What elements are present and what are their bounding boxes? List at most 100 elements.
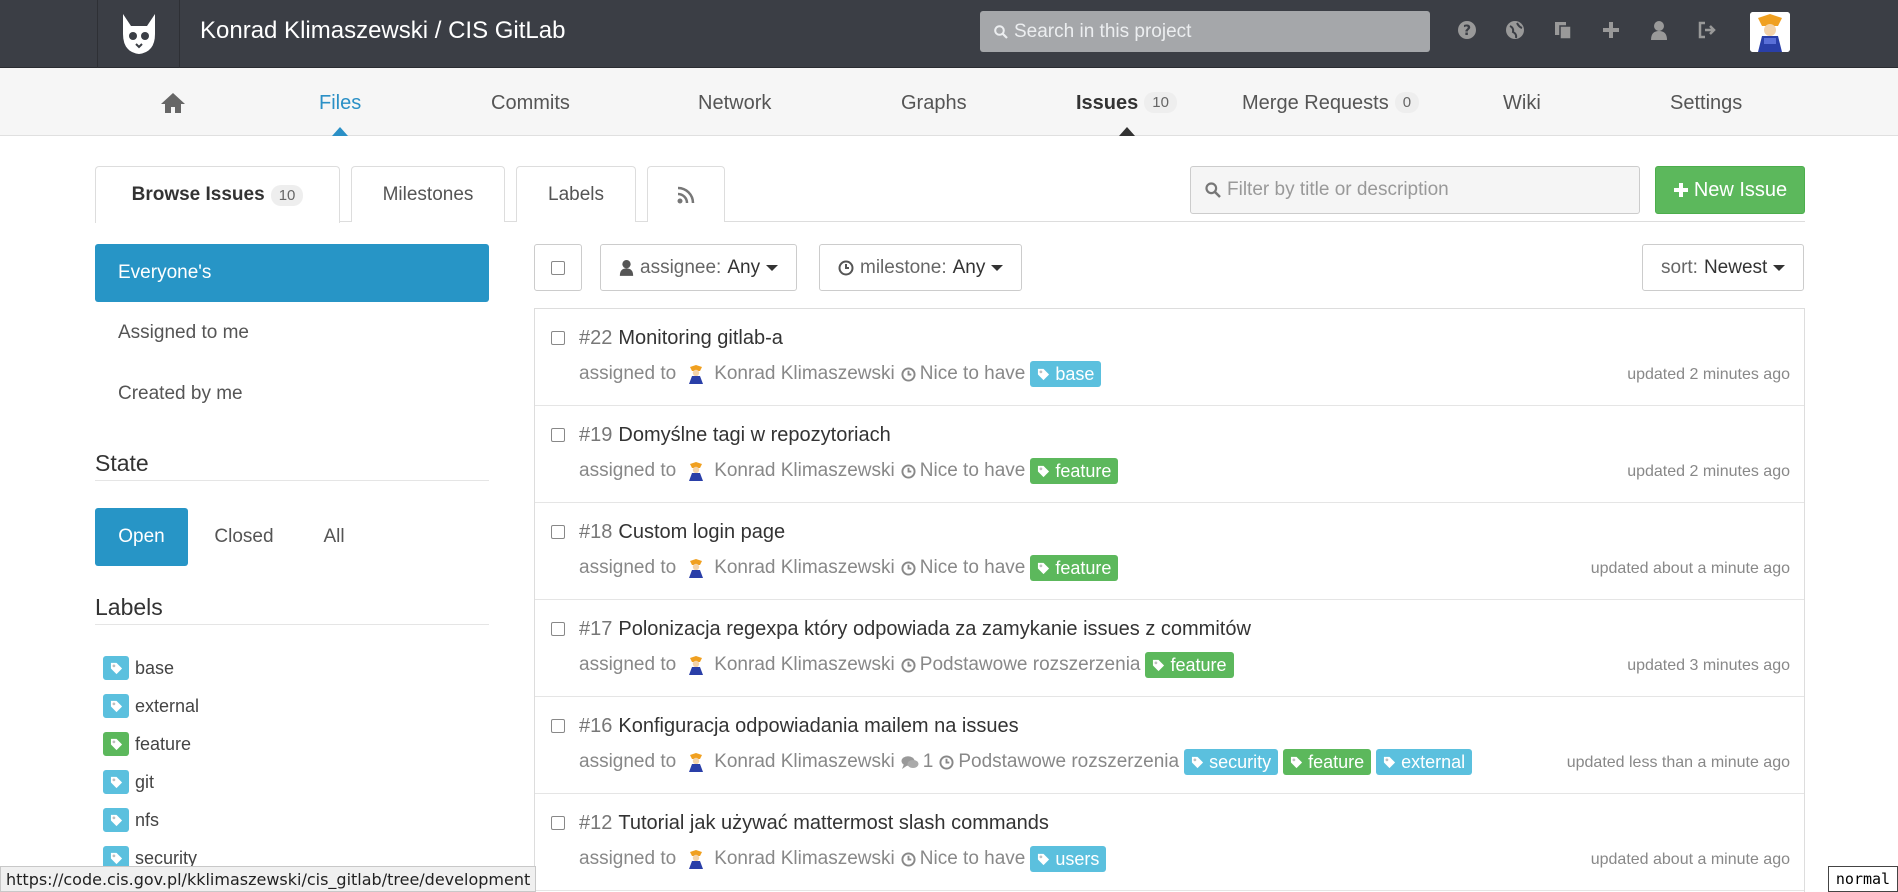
sidebar-label-item[interactable]: feature <box>103 732 191 756</box>
issue-checkbox[interactable] <box>551 331 565 345</box>
sidebar-label-item[interactable]: base <box>103 656 174 680</box>
issue-title-link[interactable]: #12 Tutorial jak używać mattermost slash … <box>579 812 1049 835</box>
milestone-name[interactable]: Nice to have <box>920 557 1026 579</box>
issue-label-badge[interactable]: feature <box>1030 555 1119 581</box>
search-box[interactable] <box>980 11 1430 52</box>
help-icon[interactable]: ? <box>1455 18 1479 42</box>
issue-title: Tutorial jak używać mattermost slash com… <box>618 812 1049 834</box>
updated-time: updated less than a minute ago <box>1566 754 1790 771</box>
nav-merge-requests[interactable]: Merge Requests 0 <box>1242 92 1420 115</box>
issue-title: Custom login page <box>618 521 786 543</box>
nav-network[interactable]: Network <box>698 92 771 115</box>
filter-input[interactable] <box>1227 179 1637 201</box>
issue-row[interactable]: #12 Tutorial jak używać mattermost slash … <box>535 794 1804 891</box>
sort-value: Newest <box>1703 256 1768 278</box>
assignee-name[interactable]: Konrad Klimaszewski <box>714 363 895 385</box>
nav-issues[interactable]: Issues 10 <box>1076 92 1177 115</box>
issue-row[interactable]: #19 Domyślne tagi w repozytoriach assigned… <box>535 406 1804 503</box>
issue-title-link[interactable]: #22 Monitoring gitlab-a <box>579 327 783 350</box>
new-issue-button[interactable]: New Issue <box>1655 166 1805 214</box>
assignee-filter[interactable]: assignee: Any <box>600 244 798 291</box>
clock-icon <box>901 560 916 576</box>
issue-title-link[interactable]: #16 Konfiguracja odpowiadania mailem na i… <box>579 715 1019 738</box>
issue-label-badge[interactable]: users <box>1030 846 1107 872</box>
sort-dropdown[interactable]: sort: Newest <box>1642 244 1805 291</box>
nav-settings[interactable]: Settings <box>1670 92 1742 115</box>
tab-browse-issues[interactable]: Browse Issues 10 <box>95 166 340 223</box>
nav-files[interactable]: Files <box>319 92 361 115</box>
assignee-name[interactable]: Konrad Klimaszewski <box>714 654 895 676</box>
nav-wiki[interactable]: Wiki <box>1503 92 1541 115</box>
issue-checkbox[interactable] <box>551 719 565 733</box>
sidebar-label-item[interactable]: git <box>103 770 154 794</box>
issue-label-badge[interactable]: feature <box>1030 458 1119 484</box>
assignee-avatar <box>689 850 704 869</box>
issue-row[interactable]: #17 Polonizacja regexpa który odpowiada z… <box>535 600 1804 697</box>
user-avatar[interactable] <box>1750 12 1790 52</box>
plus-icon[interactable] <box>1599 18 1623 42</box>
milestone-name[interactable]: Nice to have <box>920 363 1026 385</box>
chevron-down-icon <box>766 264 779 271</box>
tab-labels[interactable]: Labels <box>516 166 636 222</box>
assignee-avatar <box>689 462 704 481</box>
tag-icon <box>103 808 129 832</box>
search-input[interactable] <box>1014 20 1414 43</box>
issue-meta: assigned to Konrad Klimaszewski Nice to ha… <box>579 458 1119 484</box>
tab-milestones[interactable]: Milestones <box>351 166 505 222</box>
scope-everyone[interactable]: Everyone's <box>95 244 489 302</box>
issue-label-badge[interactable]: external <box>1376 749 1473 775</box>
issue-label-text: base <box>1055 363 1095 384</box>
issue-row[interactable]: #16 Konfiguracja odpowiadania mailem na i… <box>535 697 1804 794</box>
state-all[interactable]: All <box>300 508 368 566</box>
assignee-name[interactable]: Konrad Klimaszewski <box>714 751 895 773</box>
issue-label-badge[interactable]: feature <box>1145 652 1234 678</box>
sidebar-label-name: git <box>135 771 155 792</box>
issue-label-badge[interactable]: security <box>1184 749 1279 775</box>
issue-label-badge[interactable]: base <box>1030 361 1102 387</box>
tag-icon <box>110 738 122 750</box>
issue-title-link[interactable]: #17 Polonizacja regexpa który odpowiada z… <box>579 618 1251 641</box>
select-all-checkbox[interactable] <box>534 244 582 291</box>
state-open[interactable]: Open <box>95 508 188 566</box>
sign-out-icon[interactable] <box>1695 18 1719 42</box>
assignee-name[interactable]: Konrad Klimaszewski <box>714 460 895 482</box>
user-icon[interactable] <box>1647 18 1671 42</box>
nav-commits[interactable]: Commits <box>491 92 570 115</box>
issue-checkbox[interactable] <box>551 622 565 636</box>
issue-title-link[interactable]: #19 Domyślne tagi w repozytoriach <box>579 424 891 447</box>
state-closed[interactable]: Closed <box>200 508 288 566</box>
issue-title: Monitoring gitlab-a <box>618 327 783 349</box>
assigned-to-text: assigned to <box>579 848 677 869</box>
sidebar-label-item[interactable]: nfs <box>103 808 159 832</box>
issue-title: Domyślne tagi w repozytoriach <box>618 424 891 446</box>
gitlab-logo[interactable] <box>97 0 180 68</box>
tab-rss[interactable] <box>647 166 725 222</box>
sidebar-label-item[interactable]: external <box>103 694 199 718</box>
milestone-name[interactable]: Podstawowe rozszerzenia <box>958 751 1179 773</box>
issue-checkbox[interactable] <box>551 525 565 539</box>
scope-assigned-to-me[interactable]: Assigned to me <box>95 304 489 362</box>
issue-checkbox[interactable] <box>551 816 565 830</box>
nav-home[interactable] <box>160 92 186 120</box>
issue-filter-box[interactable] <box>1190 166 1640 214</box>
milestone-filter[interactable]: milestone: Any <box>819 244 1023 291</box>
milestone-name[interactable]: Podstawowe rozszerzenia <box>920 654 1141 676</box>
tag-icon <box>103 656 129 680</box>
milestone-name[interactable]: Nice to have <box>920 848 1026 870</box>
issue-row[interactable]: #18 Custom login page assigned to Konrad Kl… <box>535 503 1804 600</box>
nav-graphs[interactable]: Graphs <box>901 92 967 115</box>
issue-title-link[interactable]: #18 Custom login page <box>579 521 785 544</box>
tag-icon <box>1038 368 1050 380</box>
assignee-name[interactable]: Konrad Klimaszewski <box>714 557 895 579</box>
scope-created-by-me[interactable]: Created by me <box>95 365 489 423</box>
issue-checkbox[interactable] <box>551 428 565 442</box>
mr-count-badge: 0 <box>1394 92 1420 113</box>
globe-icon[interactable] <box>1503 18 1527 42</box>
issue-row[interactable]: #22 Monitoring gitlab-a assigned to Konrad … <box>535 309 1804 406</box>
assignee-name[interactable]: Konrad Klimaszewski <box>714 848 895 870</box>
milestone-name[interactable]: Nice to have <box>920 460 1026 482</box>
app-title[interactable]: Konrad Klimaszewski / CIS GitLab <box>200 17 565 45</box>
milestone-filter-value: Any <box>952 256 986 278</box>
snippets-icon[interactable] <box>1551 18 1575 42</box>
issue-label-badge[interactable]: feature <box>1283 749 1372 775</box>
